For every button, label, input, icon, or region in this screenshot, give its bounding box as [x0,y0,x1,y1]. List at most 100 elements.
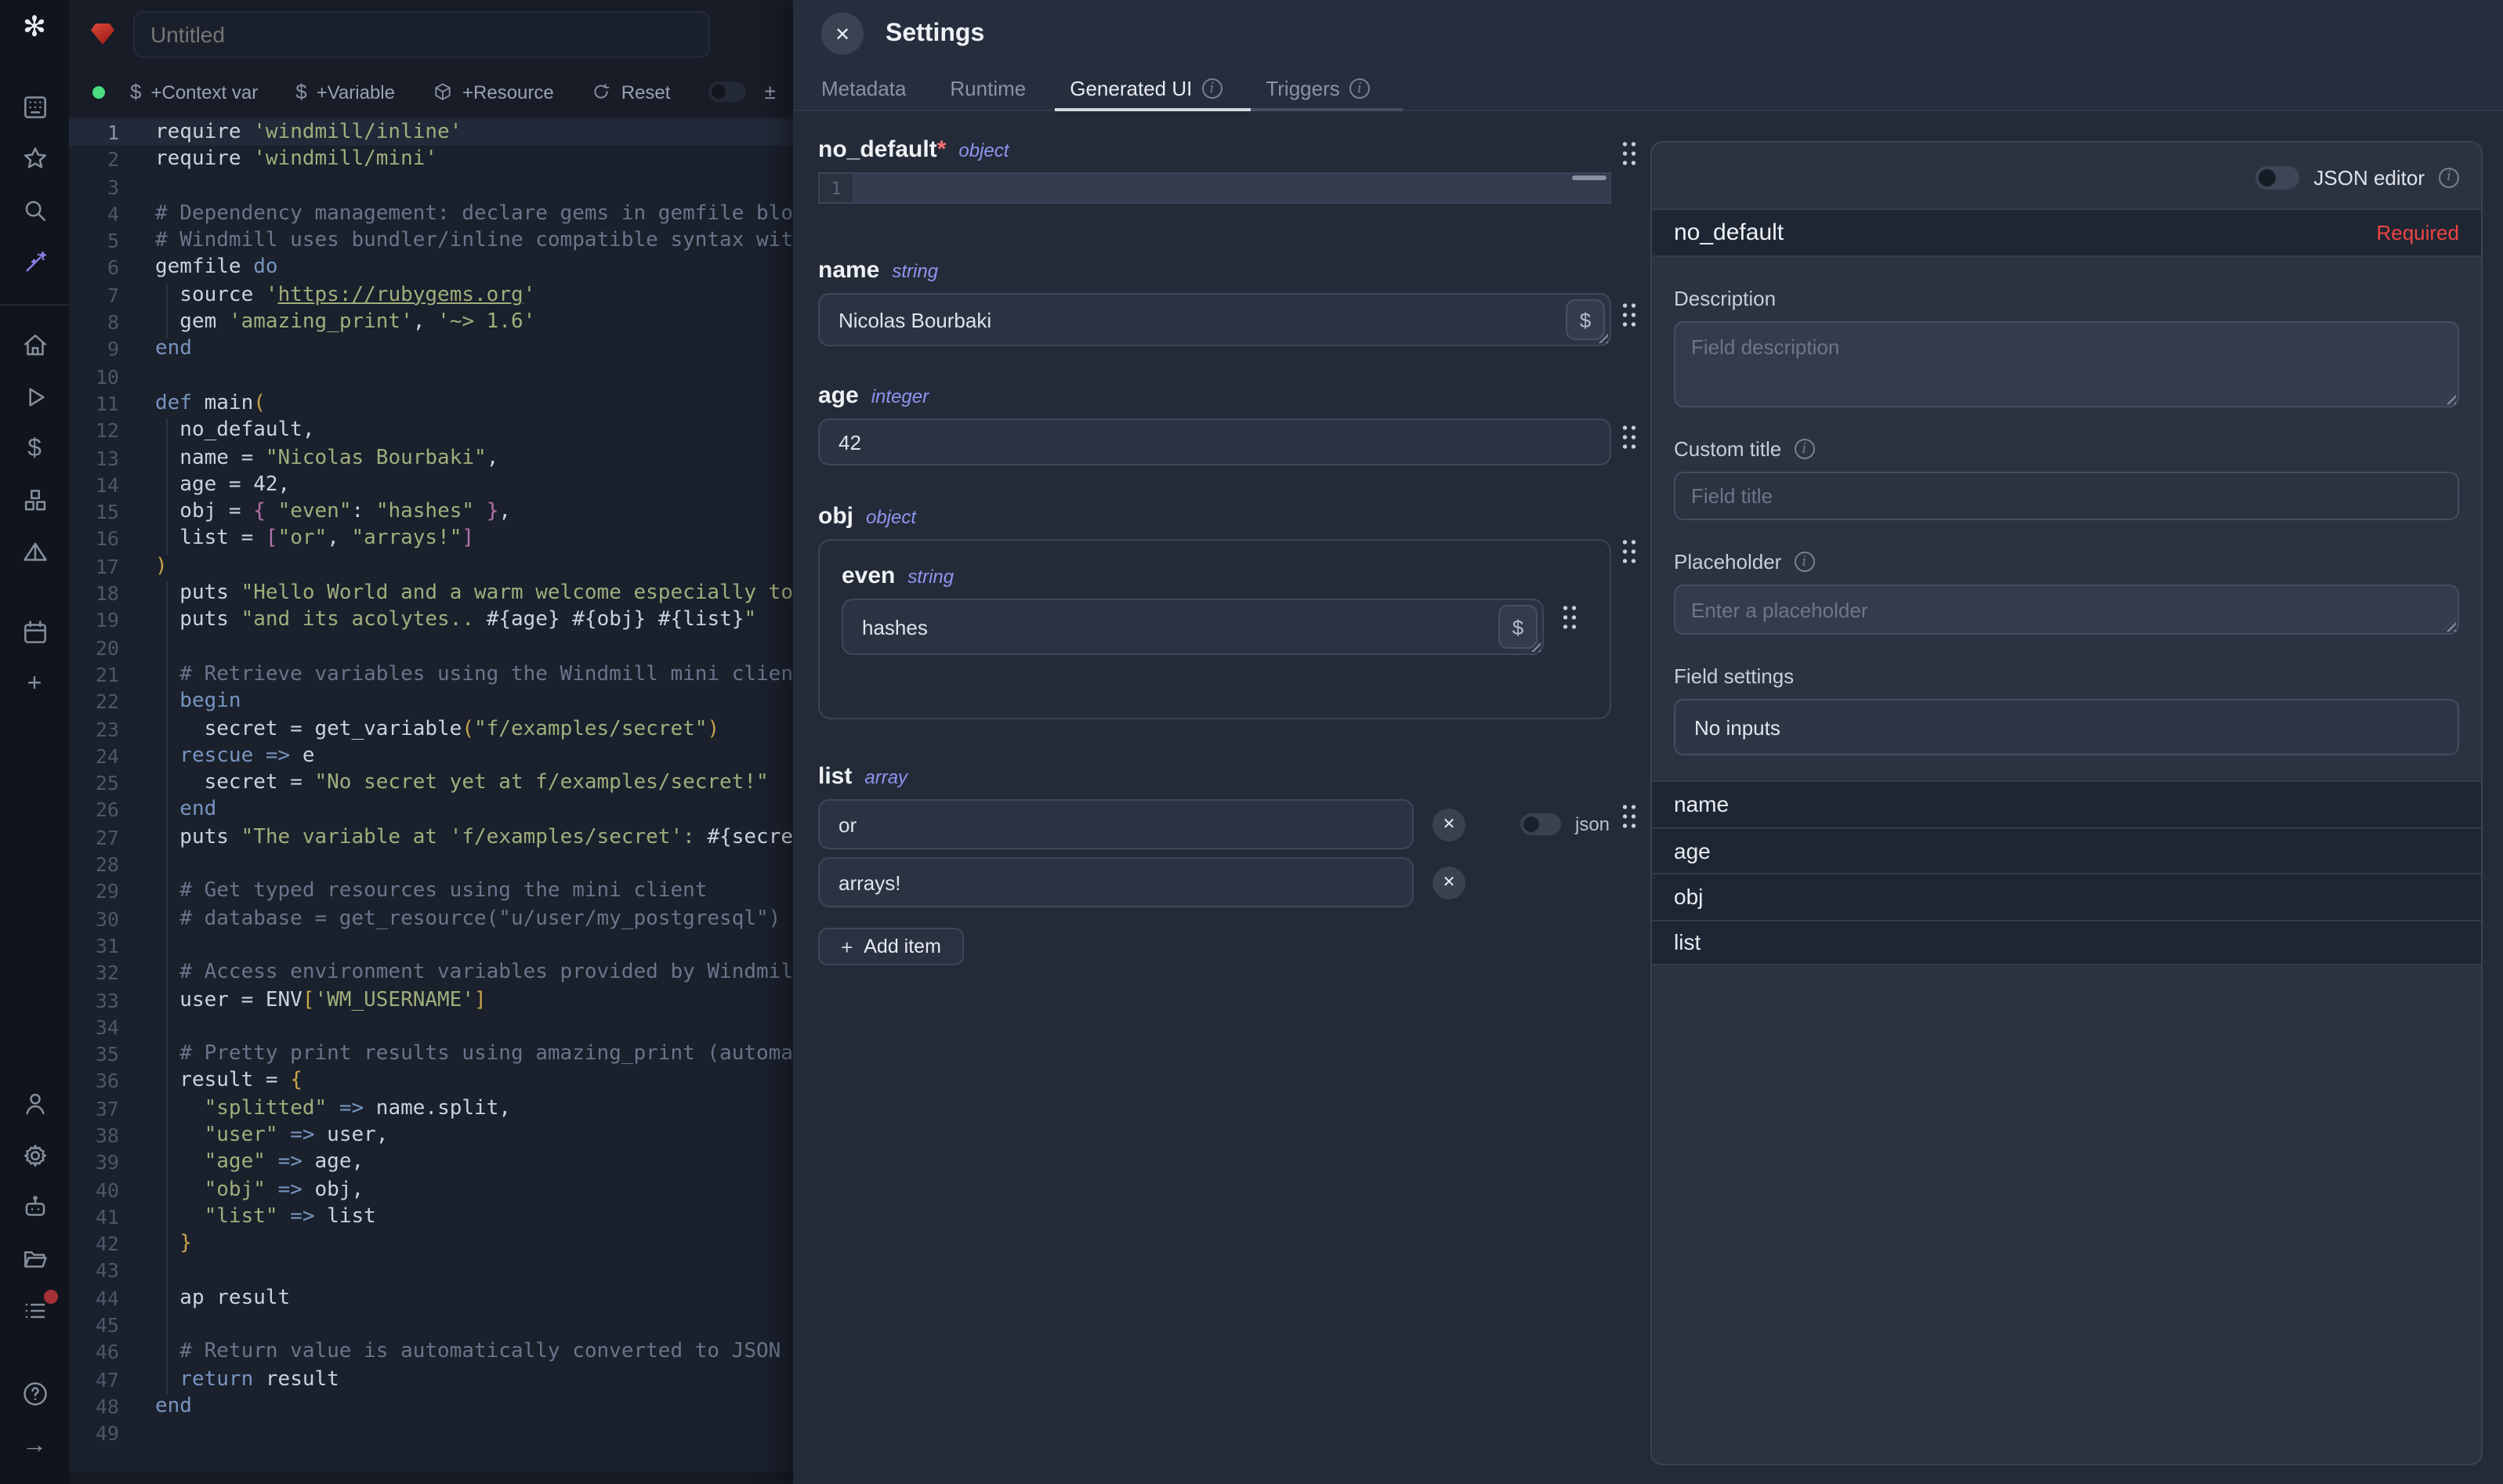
drag-handle-icon[interactable] [1621,802,1638,829]
script-title-input[interactable] [133,10,710,57]
tab-metadata[interactable]: Metadata [821,77,906,100]
plus-minus-icon[interactable]: ± [764,80,775,103]
resources-cubes-icon[interactable] [20,486,49,516]
add-resource-button[interactable]: +Resource [433,81,554,103]
list-item-input[interactable] [818,857,1414,907]
code-line[interactable]: 12 no_default, [69,418,793,445]
search-icon[interactable] [20,196,49,226]
field-row-name[interactable]: name [1652,780,2481,827]
code-line[interactable]: 46 # Return value is automatically conve… [69,1339,793,1366]
remove-item-icon[interactable]: ✕ [1433,866,1465,899]
code-line[interactable]: 29 # Get typed resources using the mini … [69,878,793,906]
code-line[interactable]: 6gemfile do [69,255,793,282]
code-line[interactable]: 18 puts "Hello World and a warm welcome … [69,580,793,607]
drag-handle-icon[interactable] [1621,301,1638,328]
code-line[interactable]: 22 begin [69,688,793,715]
code-line[interactable]: 10 [69,363,793,390]
logs-list-icon[interactable] [20,1296,49,1326]
code-line[interactable]: 40 "obj" => obj, [69,1176,793,1203]
diff-mode-toggle[interactable] [708,81,745,102]
variables-dollar-icon[interactable]: $ [20,434,49,464]
json-mode-toggle[interactable] [1520,813,1561,835]
code-line[interactable]: 24 rescue => e [69,743,793,770]
code-line[interactable]: 14 age = 42, [69,472,793,499]
code-line[interactable]: 49 [69,1421,793,1448]
description-field[interactable] [1674,321,2459,407]
collapse-arrow-icon[interactable]: → [20,1431,49,1460]
info-icon[interactable]: i [1201,78,1222,99]
json-editor-toggle[interactable] [2255,165,2299,189]
code-line[interactable]: 11def main( [69,390,793,418]
favorites-star-icon[interactable] [20,144,49,174]
template-dollar-button[interactable]: $ [1498,605,1538,649]
info-icon[interactable]: i [1794,552,1814,572]
drag-handle-icon[interactable] [1621,139,1638,166]
code-line[interactable]: 39 "age" => age, [69,1149,793,1177]
name-input[interactable]: $ [818,293,1611,346]
settings-gear-icon[interactable] [20,1141,49,1171]
field-row-list[interactable]: list [1652,919,2481,965]
code-line[interactable]: 15 obj = { "even": "hashes" }, [69,498,793,526]
code-line[interactable]: 2require 'windmill/mini' [69,147,793,174]
code-line[interactable]: 41 "list" => list [69,1203,793,1231]
code-line[interactable]: 23 secret = get_variable("f/examples/sec… [69,715,793,743]
code-line[interactable]: 45 [69,1312,793,1339]
code-line[interactable]: 34 [69,1014,793,1041]
code-line[interactable]: 37 "splitted" => name.split, [69,1095,793,1122]
code-line[interactable]: 32 # Access environment variables provid… [69,959,793,986]
tab-runtime[interactable]: Runtime [950,77,1026,100]
code-line[interactable]: 47 return result [69,1366,793,1393]
home-icon[interactable] [20,331,49,360]
code-line[interactable]: 25 secret = "No secret yet at f/examples… [69,769,793,797]
tab-triggers[interactable]: Triggersi [1266,77,1369,100]
schemas-prism-icon[interactable] [20,537,49,567]
code-line[interactable]: 16 list = ["or", "arrays!"] [69,526,793,553]
code-line[interactable]: 20 [69,634,793,661]
custom-title-field[interactable] [1674,472,2459,520]
even-input[interactable]: $ [842,599,1544,655]
code-line[interactable]: 27 puts "The variable at 'f/examples/sec… [69,823,793,851]
placeholder-field[interactable] [1674,585,2459,635]
code-line[interactable]: 35 # Pretty print results using amazing_… [69,1041,793,1068]
remove-item-icon[interactable]: ✕ [1433,808,1465,841]
code-line[interactable]: 8 gem 'amazing_print', '~> 1.6' [69,309,793,336]
code-line[interactable]: 17) [69,553,793,581]
code-line[interactable]: 31 [69,932,793,960]
code-line[interactable]: 7 source 'https://rubygems.org' [69,282,793,309]
help-icon[interactable] [20,1379,49,1409]
code-line[interactable]: 13 name = "Nicolas Bourbaki", [69,444,793,472]
list-item-input[interactable] [818,799,1414,849]
add-variable-button[interactable]: $+Variable [295,80,395,103]
template-dollar-button[interactable]: $ [1566,299,1605,340]
code-line[interactable]: 48end [69,1393,793,1421]
add-context-var-button[interactable]: $+Context var [130,80,258,103]
code-line[interactable]: 5# Windmill uses bundler/inline compatib… [69,227,793,255]
reset-button[interactable]: Reset [592,81,671,103]
folders-icon[interactable] [20,1244,49,1274]
drag-handle-icon[interactable] [1561,603,1578,630]
code-line[interactable]: 44 ap result [69,1285,793,1312]
code-line[interactable]: 21 # Retrieve variables using the Windmi… [69,661,793,689]
code-line[interactable]: 42 } [69,1230,793,1258]
editor-hscrollbar[interactable] [69,1471,793,1484]
age-input[interactable] [818,418,1611,465]
drag-handle-icon[interactable] [1621,423,1638,450]
ai-wand-icon[interactable] [20,248,49,277]
no-default-json-input[interactable]: 1 [818,172,1611,204]
windmill-logo-icon[interactable]: ✻ [23,13,46,41]
add-item-button[interactable]: +Add item [818,928,964,965]
add-icon[interactable]: + [20,669,49,699]
runs-play-icon[interactable] [20,382,49,412]
workspace-icon[interactable] [20,92,49,122]
field-row-obj[interactable]: obj [1652,873,2481,919]
code-line[interactable]: 19 puts "and its acolytes.. #{age} #{obj… [69,607,793,635]
tab-generated-ui[interactable]: Generated UIi [1070,77,1222,100]
code-line[interactable]: 26 end [69,797,793,824]
info-icon[interactable]: i [1349,78,1370,99]
drag-handle-icon[interactable] [1621,537,1638,564]
code-line[interactable]: 38 "user" => user, [69,1122,793,1149]
selected-field-row[interactable]: no_default Required [1652,208,2481,257]
workers-robot-icon[interactable] [20,1193,49,1222]
code-line[interactable]: 30 # database = get_resource("u/user/my_… [69,905,793,932]
info-icon[interactable]: i [1794,439,1814,459]
